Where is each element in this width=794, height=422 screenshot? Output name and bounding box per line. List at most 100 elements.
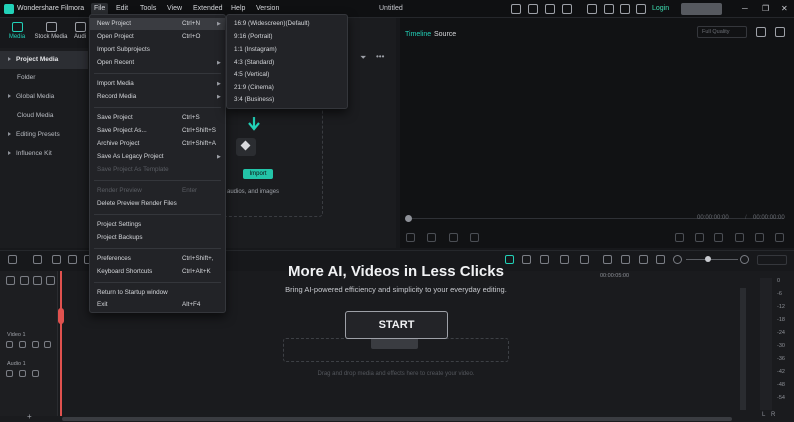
tab-stock-media[interactable]: Stock Media bbox=[33, 22, 69, 40]
track-audio-lock-icon[interactable] bbox=[19, 370, 26, 377]
zoom-in-icon[interactable] bbox=[740, 255, 749, 264]
sidebar-item-editing-presets[interactable]: Editing Presets bbox=[0, 126, 88, 144]
tab-source-preview[interactable]: Source bbox=[434, 31, 456, 38]
submenu-item-16-9[interactable]: 16:9 (Widescreen)(Default) bbox=[227, 18, 347, 31]
scrubber-handle[interactable] bbox=[405, 215, 412, 222]
lock-icon[interactable] bbox=[46, 276, 55, 285]
track-mute-icon[interactable] bbox=[32, 341, 39, 348]
submenu-item-4-3[interactable]: 4:3 (Standard) bbox=[227, 57, 347, 70]
menu-item-keyboard-shortcuts[interactable]: Keyboard Shortcuts Ctrl+Alt+K bbox=[90, 266, 225, 278]
menu-item-delete-render[interactable]: Delete Preview Render Files bbox=[90, 198, 225, 210]
playhead-marker[interactable] bbox=[58, 308, 64, 324]
submenu-item-21-9[interactable]: 21:9 (Cinema) bbox=[227, 82, 347, 95]
start-button[interactable]: START bbox=[345, 311, 448, 339]
login-link[interactable]: Login bbox=[652, 5, 669, 12]
upgrade-button[interactable] bbox=[681, 3, 722, 15]
tab-media[interactable]: Media bbox=[4, 22, 30, 40]
menu-extended[interactable]: Extended bbox=[193, 5, 223, 12]
select-icon[interactable] bbox=[33, 255, 42, 264]
stop-icon[interactable] bbox=[427, 233, 436, 242]
menu-item-label: Return to Startup window bbox=[97, 289, 168, 296]
camera-icon[interactable] bbox=[735, 233, 744, 242]
grid-icon[interactable] bbox=[604, 4, 614, 14]
expand-icon[interactable] bbox=[775, 233, 784, 242]
send-icon[interactable] bbox=[511, 4, 521, 14]
submenu-item-4-5[interactable]: 4:5 (Vertical) bbox=[227, 69, 347, 82]
close-icon[interactable]: ✕ bbox=[781, 4, 788, 13]
cloud-icon[interactable] bbox=[587, 4, 597, 14]
sidebar-item-influence-kit[interactable]: Influence Kit bbox=[0, 145, 88, 163]
grid-view-icon[interactable] bbox=[775, 27, 785, 37]
menu-item-preferences[interactable]: Preferences Ctrl+Shift+, bbox=[90, 253, 225, 265]
minimize-icon[interactable]: ─ bbox=[742, 4, 748, 13]
menu-item-import-media[interactable]: Import Media ▶ bbox=[90, 78, 225, 90]
mark-in-icon[interactable] bbox=[675, 233, 684, 242]
menu-item-save-project[interactable]: Save Project Ctrl+S bbox=[90, 112, 225, 124]
menu-item-save-project-as[interactable]: Save Project As... Ctrl+Shift+S bbox=[90, 125, 225, 137]
sidebar-item-cloud-media[interactable]: Cloud Media bbox=[0, 107, 88, 125]
eye-icon[interactable] bbox=[44, 341, 51, 348]
snapshot-icon[interactable] bbox=[756, 27, 766, 37]
tab-audio[interactable]: Audi bbox=[72, 22, 88, 40]
speaker-icon[interactable] bbox=[32, 370, 39, 377]
menu-item-exit[interactable]: Exit Alt+F4 bbox=[90, 299, 225, 311]
menu-item-return-startup[interactable]: Return to Startup window bbox=[90, 287, 225, 299]
menu-edit[interactable]: Edit bbox=[116, 5, 128, 12]
gift-icon[interactable] bbox=[636, 4, 646, 14]
meter-tick: -18 bbox=[777, 317, 785, 323]
settings-icon[interactable] bbox=[6, 276, 15, 285]
menu-item-project-backups[interactable]: Project Backups bbox=[90, 232, 225, 244]
prev-frame-icon[interactable] bbox=[406, 233, 415, 242]
meter-select[interactable] bbox=[757, 255, 787, 265]
layout-icon[interactable] bbox=[8, 255, 17, 264]
menu-item-save-legacy[interactable]: Save As Legacy Project ▶ bbox=[90, 151, 225, 163]
submenu-arrow-icon: ▶ bbox=[217, 60, 221, 66]
magnet-icon[interactable] bbox=[33, 276, 42, 285]
menu-tools[interactable]: Tools bbox=[140, 5, 156, 12]
mark-out-icon[interactable] bbox=[695, 233, 704, 242]
filter-icon[interactable]: ⏷ bbox=[360, 53, 366, 63]
submenu-item-1-1[interactable]: 1:1 (Instagram) bbox=[227, 44, 347, 57]
submenu-item-3-4[interactable]: 3:4 (Business) bbox=[227, 94, 347, 107]
menu-view[interactable]: View bbox=[167, 5, 182, 12]
download-icon[interactable] bbox=[562, 4, 572, 14]
play-icon[interactable] bbox=[449, 233, 458, 242]
caret-icon bbox=[8, 94, 11, 99]
menu-help[interactable]: Help bbox=[231, 5, 245, 12]
headset-icon[interactable] bbox=[545, 4, 555, 14]
menu-item-open-recent[interactable]: Open Recent ▶ bbox=[90, 57, 225, 69]
track-video-icon[interactable] bbox=[6, 341, 13, 348]
quality-select[interactable]: Full Quality bbox=[697, 26, 747, 38]
timeline-scrollbar[interactable] bbox=[62, 417, 732, 421]
lightbulb-icon[interactable] bbox=[528, 4, 538, 14]
menu-item-new-project[interactable]: New Project Ctrl+N ▶ bbox=[90, 18, 225, 30]
menu-item-shortcut: Ctrl+Alt+K bbox=[182, 268, 211, 275]
zoom-slider-handle[interactable] bbox=[705, 256, 711, 262]
submenu-item-9-16[interactable]: 9:16 (Portrait) bbox=[227, 31, 347, 44]
menu-item-record-media[interactable]: Record Media ▶ bbox=[90, 91, 225, 103]
maximize-icon[interactable]: ❐ bbox=[762, 4, 769, 13]
volume-icon[interactable] bbox=[755, 233, 764, 242]
more-icon[interactable]: ••• bbox=[376, 52, 384, 61]
fullscreen-stop-icon[interactable] bbox=[470, 233, 479, 242]
menu-item-import-subprojects[interactable]: Import Subprojects bbox=[90, 44, 225, 56]
import-button[interactable]: Import bbox=[243, 169, 273, 179]
sidebar-item-global-media[interactable]: Global Media bbox=[0, 88, 88, 106]
zoom-icon[interactable] bbox=[714, 233, 723, 242]
profile-icon[interactable] bbox=[620, 4, 630, 14]
menu-item-open-project[interactable]: Open Project Ctrl+O bbox=[90, 31, 225, 43]
tab-timeline-preview[interactable]: Timeline bbox=[405, 31, 431, 38]
sidebar-item-project-media[interactable]: Project Media bbox=[0, 51, 88, 69]
menu-divider bbox=[94, 282, 221, 283]
menu-item-shortcut: Ctrl+S bbox=[182, 114, 200, 121]
menu-version[interactable]: Version bbox=[256, 5, 279, 12]
filmora-logo-icon bbox=[4, 4, 14, 14]
menu-item-archive-project[interactable]: Archive Project Ctrl+Shift+A bbox=[90, 138, 225, 150]
add-track-icon[interactable]: + bbox=[27, 412, 32, 421]
menu-item-project-settings[interactable]: Project Settings bbox=[90, 219, 225, 231]
zoom-slider[interactable] bbox=[686, 259, 738, 260]
link-icon[interactable] bbox=[20, 276, 29, 285]
track-audio-icon[interactable] bbox=[6, 370, 13, 377]
track-lock-icon[interactable] bbox=[19, 341, 26, 348]
sidebar-item-folder[interactable]: Folder bbox=[0, 69, 88, 87]
